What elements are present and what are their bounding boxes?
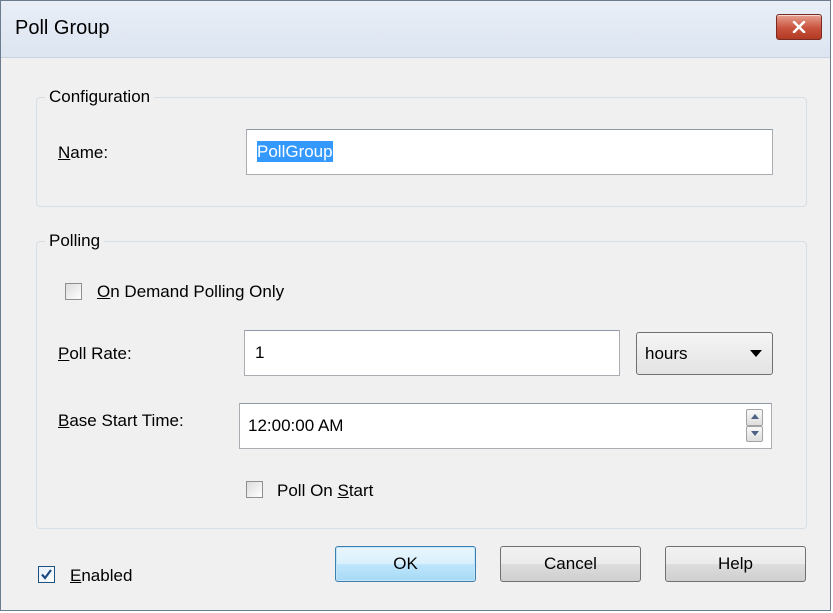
time-spin-up-button[interactable] [746, 409, 763, 426]
name-label: Name: [58, 143, 109, 162]
title-bar[interactable]: Poll Group [1, 1, 830, 58]
poll-rate-input[interactable]: 1 [244, 330, 620, 376]
configuration-legend: Configuration [45, 86, 155, 108]
help-button[interactable]: Help [665, 546, 806, 582]
base-start-time-input[interactable]: 12:00:00 AM [239, 403, 772, 449]
enabled-checkbox[interactable] [38, 566, 55, 583]
poll-on-start-label[interactable]: Poll On Start [277, 481, 373, 501]
base-start-time-label: Base Start Time: [58, 411, 184, 430]
close-icon [792, 21, 806, 33]
close-button[interactable] [776, 14, 822, 40]
poll-rate-value: 1 [255, 343, 265, 362]
on-demand-polling-checkbox[interactable] [65, 283, 82, 300]
ok-button[interactable]: OK [335, 546, 476, 582]
poll-rate-label: Poll Rate: [58, 344, 132, 363]
name-input-value: PollGroup [257, 141, 333, 162]
on-demand-polling-label[interactable]: On Demand Polling Only [97, 282, 284, 302]
chevron-down-icon [750, 350, 762, 357]
enabled-label[interactable]: Enabled [70, 566, 132, 586]
window-title: Poll Group [15, 17, 110, 39]
time-spin-down-button[interactable] [746, 426, 763, 442]
checkmark-icon [41, 569, 52, 580]
name-input[interactable]: PollGroup [246, 129, 773, 175]
cancel-button[interactable]: Cancel [500, 546, 641, 582]
poll-group-dialog: Poll Group Configuration Name: PollGroup… [0, 0, 831, 611]
poll-rate-unit-dropdown[interactable]: hours [636, 332, 773, 375]
base-start-time-value: 12:00:00 AM [248, 416, 344, 435]
poll-on-start-checkbox[interactable] [246, 481, 263, 498]
poll-rate-unit-value: hours [645, 344, 688, 363]
spin-down-icon [751, 431, 759, 436]
spin-up-icon [751, 414, 759, 419]
polling-legend: Polling [45, 230, 105, 252]
